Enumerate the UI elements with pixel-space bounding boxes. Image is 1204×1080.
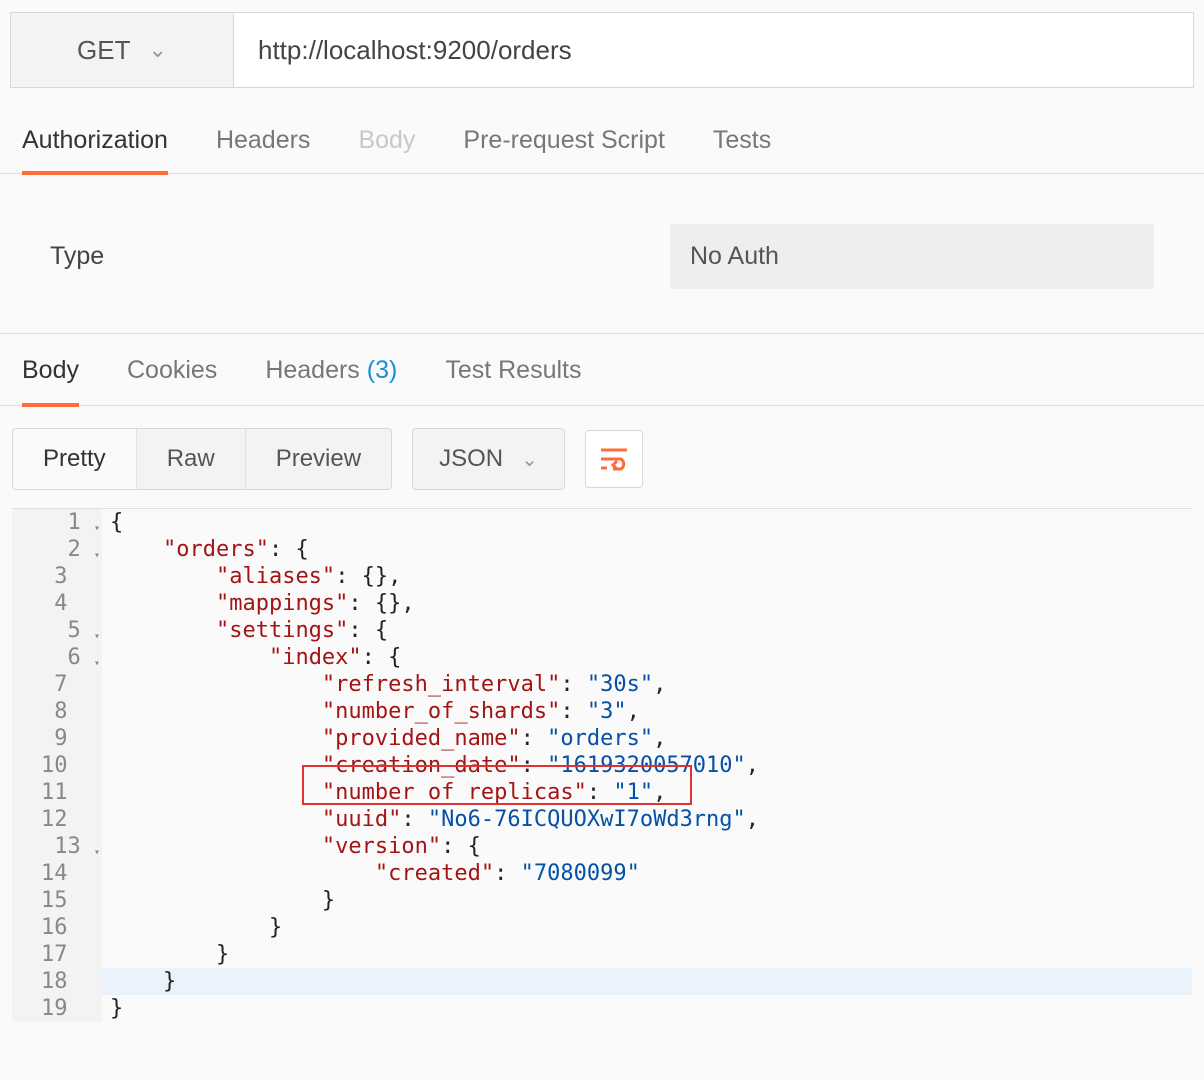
json-key: "settings" <box>216 618 348 643</box>
tab-headers[interactable]: Headers <box>216 112 311 173</box>
json-value: "orders" <box>547 726 653 751</box>
http-method-label: GET <box>77 35 130 66</box>
view-preview[interactable]: Preview <box>245 429 391 489</box>
json-key: "orders" <box>163 537 269 562</box>
response-body[interactable]: 1 ▾{ 2 ▾ "orders": { 3 "aliases": {}, 4 … <box>12 508 1192 1022</box>
url-input[interactable] <box>234 13 1193 87</box>
response-tab-headers[interactable]: Headers (3) <box>265 334 397 405</box>
response-tab-test-results[interactable]: Test Results <box>445 334 581 405</box>
tab-prerequest[interactable]: Pre-request Script <box>463 112 664 173</box>
json-key: "provided_name" <box>322 726 521 751</box>
tab-body[interactable]: Body <box>358 112 415 173</box>
json-key: "index" <box>269 645 362 670</box>
response-tab-body[interactable]: Body <box>22 334 79 407</box>
wrap-lines-button[interactable] <box>585 430 643 488</box>
response-headers-count: (3) <box>367 356 398 384</box>
format-select[interactable]: JSON ⌄ <box>412 428 565 490</box>
tab-authorization[interactable]: Authorization <box>22 112 168 175</box>
json-key: "uuid" <box>322 807 401 832</box>
chevron-down-icon: ⌄ <box>149 37 167 63</box>
json-key: "number_of_shards" <box>322 699 560 724</box>
view-mode-group: Pretty Raw Preview <box>12 428 392 490</box>
json-value: "30s" <box>587 672 653 697</box>
chevron-down-icon: ⌄ <box>521 447 538 472</box>
view-pretty[interactable]: Pretty <box>13 429 136 489</box>
json-value: "No6-76ICQUOXwI7oWd3rng" <box>428 807 746 832</box>
http-method-select[interactable]: GET ⌄ <box>11 13 234 87</box>
json-key: "version" <box>322 834 441 859</box>
auth-type-label: Type <box>50 242 670 271</box>
json-value: "1619320057010" <box>547 753 746 778</box>
tab-tests[interactable]: Tests <box>713 112 771 173</box>
json-key: "number_of_replicas" <box>322 780 587 805</box>
json-key: "creation_date" <box>322 753 521 778</box>
json-value: "3" <box>587 699 627 724</box>
wrap-icon <box>599 446 629 472</box>
json-key: "mappings" <box>216 591 348 616</box>
json-value: "7080099" <box>521 861 640 886</box>
view-raw[interactable]: Raw <box>136 429 245 489</box>
json-key: "aliases" <box>216 564 335 589</box>
response-headers-label: Headers <box>265 356 360 384</box>
format-label: JSON <box>439 445 503 473</box>
auth-type-select[interactable]: No Auth <box>670 224 1154 289</box>
json-key: "created" <box>375 861 494 886</box>
response-tab-cookies[interactable]: Cookies <box>127 334 217 405</box>
json-key: "refresh_interval" <box>322 672 560 697</box>
json-value: "1" <box>613 780 653 805</box>
